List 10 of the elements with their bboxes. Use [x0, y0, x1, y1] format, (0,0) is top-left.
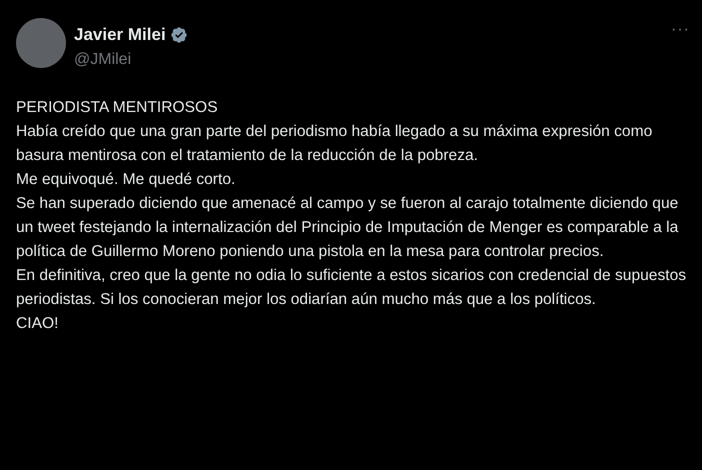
tweet-paragraph: Se han superado diciendo que amenacé al campo y se fueron al carajo totalmente diciendo que un tweet festejando la internalización del Principio de Imputación de Menger es comparable a la política de Guillermo Moreno poniendo una pistola en la mesa para controlar precios. — [16, 194, 680, 262]
tweet-paragraph: Había creído que una gran parte del periodismo había llegado a su máxima expresión como basura mentirosa con el tratamiento de la reducción de la pobreza. — [16, 122, 654, 166]
avatar-placeholder[interactable] — [16, 18, 66, 68]
author-name[interactable]: Javier Milei — [74, 22, 166, 48]
tweet-paragraph: Me equivoqué. Me quedé corto. — [16, 170, 236, 190]
author-handle[interactable]: @JMilei — [74, 48, 188, 72]
tweet-paragraph: CIAO! — [16, 314, 60, 334]
tweet-paragraph: PERIODISTA MENTIROSOS — [16, 98, 219, 118]
tweet-paragraph: En definitiva, creo que la gente no odia lo suficiente a estos sicarios con credencial de supuestos periodistas. Si los conocieran mejor los odiarían aún mucho más que a los políticos. — [16, 266, 688, 310]
more-options-button[interactable]: ··· — [671, 18, 690, 42]
